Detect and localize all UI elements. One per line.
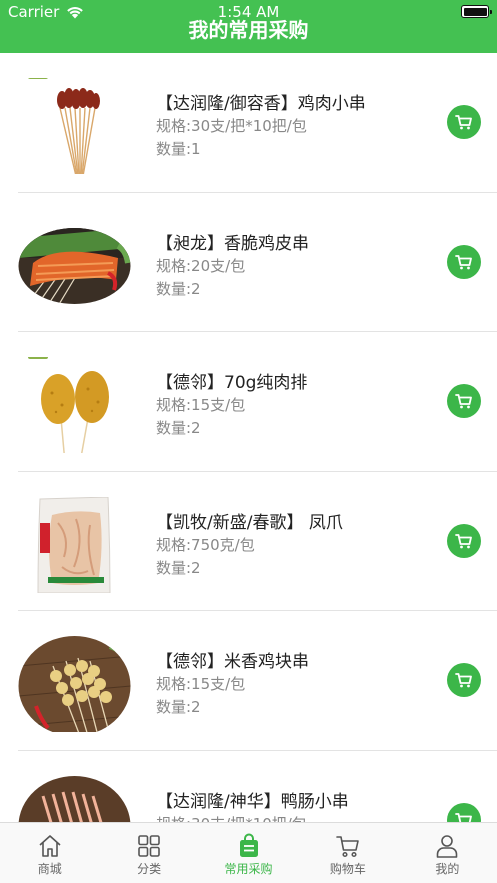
cart-icon xyxy=(455,115,472,130)
add-to-cart-button[interactable] xyxy=(447,244,481,279)
product-quantity: 数量:2 xyxy=(156,419,201,437)
product-name[interactable]: 【昶龙】香脆鸡皮串 xyxy=(156,229,309,254)
product-spec: 规格:750克/包 xyxy=(156,535,255,554)
tab-label: 常用采购 xyxy=(224,862,273,876)
product-quantity: 数量:2 xyxy=(156,279,201,298)
product-name[interactable]: 【德邻】70g纯肉排 xyxy=(156,368,307,393)
meat-patty-photo xyxy=(18,357,131,453)
bag-icon xyxy=(239,833,258,857)
tab-category[interactable]: 分类 xyxy=(99,823,198,883)
tab-label: 分类 xyxy=(137,862,162,876)
list-item[interactable]: 【达润隆/御容香】鸡肉小串 规格:30支/把*10把/包 数量:1 xyxy=(0,53,497,193)
product-quantity: 数量:1 xyxy=(156,140,201,158)
tab-bar: 商城 分类 常用采购 购物车 我的 xyxy=(0,822,497,883)
add-to-cart-button[interactable] xyxy=(447,663,481,697)
grid-icon xyxy=(138,835,160,857)
chicken-skewer-photo xyxy=(18,78,131,174)
cart-icon xyxy=(455,254,472,269)
cart-icon xyxy=(336,836,359,858)
add-to-cart-button[interactable] xyxy=(447,105,481,139)
product-spec: 规格:20支/包 xyxy=(156,256,246,275)
list-item[interactable]: 【昶龙】香脆鸡皮串 规格:20支/包 数量:2 xyxy=(0,193,497,332)
tab-label: 商城 xyxy=(37,862,62,876)
chicken-skin-skewer-photo xyxy=(18,227,131,304)
product-list[interactable]: 【达润隆/御容香】鸡肉小串 规格:30支/把*10把/包 数量:1 【昶龙】香脆… xyxy=(0,53,497,822)
cart-icon xyxy=(455,533,472,548)
product-name[interactable]: 【达润隆/神华】鸭肠小串 xyxy=(156,787,349,812)
chicken-feet-bag-photo xyxy=(18,496,131,593)
tab-frequent-purchase[interactable]: 常用采购 xyxy=(199,823,298,883)
product-spec: 规格:15支/包 xyxy=(156,396,246,414)
list-item[interactable]: 【德邻】米香鸡块串 规格:15支/包 数量:2 xyxy=(0,611,497,751)
tab-home[interactable]: 商城 xyxy=(0,823,99,883)
top-bar: Carrier 1:54 AM 我的常用采购 xyxy=(0,0,497,53)
duck-intestine-skewer-photo xyxy=(18,775,131,822)
page-title: 我的常用采购 xyxy=(188,18,309,42)
home-icon xyxy=(39,835,61,857)
cart-icon xyxy=(455,812,472,822)
app-screen: Carrier 1:54 AM 我的常用采购 【达润隆/御容香】鸡肉小串 规格:… xyxy=(0,0,497,883)
list-item[interactable]: 【德邻】70g纯肉排 规格:15支/包 数量:2 xyxy=(0,332,497,472)
list-item[interactable]: 【达润隆/神华】鸭肠小串 规格:30支/把*10把/包 xyxy=(0,751,497,823)
tab-label: 购物车 xyxy=(329,862,366,876)
chicken-nugget-skewer-photo xyxy=(18,636,131,732)
add-to-cart-button[interactable] xyxy=(447,523,481,558)
tab-cart[interactable]: 购物车 xyxy=(298,823,397,883)
cart-icon xyxy=(455,673,472,688)
user-icon xyxy=(437,835,458,858)
tab-profile[interactable]: 我的 xyxy=(398,823,497,883)
product-name[interactable]: 【德邻】米香鸡块串 xyxy=(156,647,309,672)
list-item[interactable]: 【凯牧/新盛/春歌】 凤爪 规格:750克/包 数量:2 xyxy=(0,472,497,611)
product-quantity: 数量:2 xyxy=(156,698,201,716)
product-quantity: 数量:2 xyxy=(156,558,201,577)
cart-icon xyxy=(455,394,472,409)
product-spec: 规格:30支/把*10把/包 xyxy=(156,813,307,823)
add-to-cart-button[interactable] xyxy=(447,384,481,418)
product-name[interactable]: 【凯牧/新盛/春歌】 凤爪 xyxy=(156,508,343,533)
tab-label: 我的 xyxy=(435,862,460,876)
product-spec: 规格:30支/把*10把/包 xyxy=(156,117,307,135)
product-name[interactable]: 【达润隆/御容香】鸡肉小串 xyxy=(156,89,366,114)
add-to-cart-button[interactable] xyxy=(447,802,481,822)
product-spec: 规格:15支/包 xyxy=(156,675,246,693)
